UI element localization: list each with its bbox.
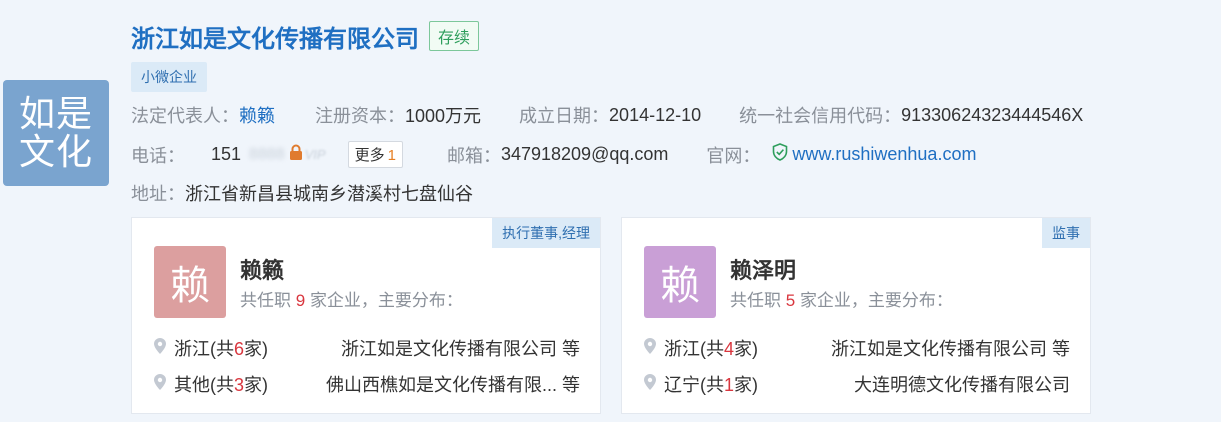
person-name[interactable]: 赖泽明 (730, 253, 796, 285)
location-row: 浙江(共6家) 浙江如是文化传播有限公司 等 (154, 335, 580, 361)
phone-label: 电话： (131, 145, 185, 166)
info-row-2: 电话： 151 8888 VIP 更多 1 邮箱： 347918209@qq.co… (131, 141, 976, 168)
website-label: 官网： (706, 145, 761, 166)
capital-value: 1000万元 (405, 106, 482, 126)
region-suffix: 家) (734, 339, 759, 359)
location-row: 浙江(共4家) 浙江如是文化传播有限公司 等 (644, 335, 1070, 361)
summary-prefix: 共任职 (730, 291, 781, 310)
region-count: 4 (724, 339, 735, 359)
region-label: 浙江(共6家) (174, 335, 268, 361)
region-suffix: 家) (244, 375, 269, 395)
more-count: 1 (387, 147, 396, 164)
region-suffix: 家) (244, 339, 269, 359)
status-badge: 存续 (429, 21, 480, 51)
region-company[interactable]: 浙江如是文化传播有限公司 等 (831, 335, 1070, 361)
legal-rep-link[interactable]: 赖籁 (239, 102, 275, 128)
enterprise-count: 9 (295, 291, 306, 310)
region-name: 辽宁(共 (664, 375, 724, 395)
company-name[interactable]: 浙江如是文化传播有限公司 (131, 19, 419, 54)
phone-value: 151 (211, 144, 242, 164)
location-pin-icon (644, 337, 656, 359)
region-name: 浙江(共 (664, 339, 724, 359)
region-company[interactable]: 大连明德文化传播有限公司 (854, 371, 1070, 397)
region-name: 浙江(共 (174, 339, 234, 359)
region-company[interactable]: 浙江如是文化传播有限公司 等 (341, 335, 580, 361)
avatar: 赖 (644, 246, 716, 318)
location-pin-icon (154, 337, 166, 359)
region-label: 辽宁(共1家) (664, 371, 758, 397)
region-suffix: 家) (734, 375, 759, 395)
region-count: 6 (234, 339, 245, 359)
logo-line-1: 如是 (18, 93, 93, 134)
location-row: 辽宁(共1家) 大连明德文化传播有限公司 (644, 371, 1070, 397)
more-label: 更多 (354, 147, 385, 164)
person-summary: 共任职 9 家企业，主要分布： (240, 286, 463, 311)
person-name[interactable]: 赖籁 (240, 253, 284, 285)
company-size-tag[interactable]: 小微企业 (131, 62, 207, 92)
more-phones-button[interactable]: 更多 1 (347, 141, 403, 168)
region-label: 浙江(共4家) (664, 335, 758, 361)
avatar: 赖 (154, 246, 226, 318)
region-name: 其他(共 (174, 375, 234, 395)
region-count: 1 (724, 375, 735, 395)
info-row-1: 法定代表人： 赖籁 注册资本： 1000万元 成立日期： 2014-12-10 … (131, 102, 1083, 128)
email-value[interactable]: 347918209@qq.com (501, 144, 668, 165)
phone-hidden-digits: 8888 (249, 145, 285, 163)
address-value: 浙江省新昌县城南乡潜溪村七盘仙谷 (185, 184, 473, 204)
email-label: 邮箱： (446, 145, 501, 166)
capital-label: 注册资本： (315, 106, 405, 126)
location-row: 其他(共3家) 佛山西樵如是文化传播有限... 等 (154, 371, 580, 397)
logo-line-2: 文化 (18, 131, 93, 172)
region-label: 其他(共3家) (174, 371, 268, 397)
credit-code-label: 统一社会信用代码： (739, 106, 902, 126)
lock-icon[interactable] (289, 144, 303, 165)
legal-rep-label: 法定代表人： (131, 106, 239, 126)
company-header: 浙江如是文化传播有限公司 存续 小微企业 (131, 18, 1211, 92)
region-company[interactable]: 佛山西樵如是文化传播有限... 等 (326, 371, 580, 397)
website-link[interactable]: www.rushiwenhua.com (792, 144, 976, 165)
summary-suffix: 家企业，主要分布： (799, 291, 953, 310)
info-row-3: 地址： 浙江省新昌县城南乡潜溪村七盘仙谷 (131, 180, 473, 206)
role-badge: 监事 (1042, 218, 1090, 248)
summary-prefix: 共任职 (240, 291, 291, 310)
person-card-1[interactable]: 执行董事,经理 赖 赖籁 共任职 9 家企业，主要分布： 浙江(共6家) 浙江如… (131, 217, 601, 414)
address-label: 地址： (131, 184, 185, 204)
company-logo: 如是 文化 (3, 80, 109, 186)
credit-code-value: 91330624323444546X (901, 104, 1084, 125)
founded-label: 成立日期： (519, 106, 610, 126)
role-badge: 执行董事,经理 (492, 218, 600, 248)
summary-suffix: 家企业，主要分布： (309, 291, 463, 310)
person-summary: 共任职 5 家企业，主要分布： (730, 286, 953, 311)
location-pin-icon (154, 373, 166, 395)
vip-label: VIP (304, 147, 326, 162)
location-pin-icon (644, 373, 656, 395)
person-card-2[interactable]: 监事 赖 赖泽明 共任职 5 家企业，主要分布： 浙江(共4家) 浙江如是文化传… (621, 217, 1091, 414)
founded-value: 2014-12-10 (609, 104, 702, 125)
enterprise-count: 5 (785, 291, 796, 310)
region-count: 3 (234, 375, 245, 395)
verified-shield-icon (772, 143, 788, 166)
